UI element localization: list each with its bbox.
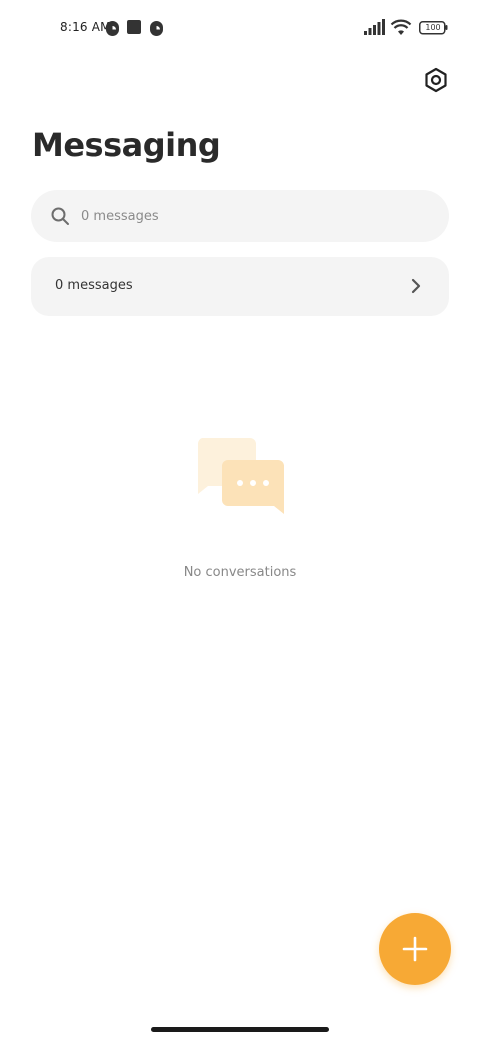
battery-level: 100 xyxy=(425,23,441,32)
search-icon xyxy=(51,207,69,225)
signal-icon xyxy=(364,19,385,35)
plus-icon xyxy=(402,936,428,962)
notification-circle-icon xyxy=(106,21,119,36)
search-input[interactable] xyxy=(81,190,431,242)
messages-row-label: 0 messages xyxy=(55,278,133,293)
settings-hexagon-icon xyxy=(425,67,447,93)
search-bar[interactable] xyxy=(31,190,449,242)
new-conversation-button[interactable] xyxy=(379,913,451,985)
status-bar: 8:16 AM 100 xyxy=(0,0,480,56)
chevron-right-icon xyxy=(411,278,421,294)
status-right-group: 100 xyxy=(364,18,448,38)
chat-bubbles-icon xyxy=(197,438,284,514)
square-app-icon xyxy=(127,20,141,34)
notification-circle-icon xyxy=(150,21,163,36)
messages-row[interactable]: 0 messages xyxy=(31,257,449,316)
status-time: 8:16 AM xyxy=(60,20,111,34)
wifi-icon xyxy=(390,19,412,35)
home-indicator[interactable] xyxy=(151,1027,329,1032)
empty-state-text: No conversations xyxy=(183,565,297,580)
page-title: Messaging xyxy=(32,126,221,164)
settings-button[interactable] xyxy=(420,64,452,96)
